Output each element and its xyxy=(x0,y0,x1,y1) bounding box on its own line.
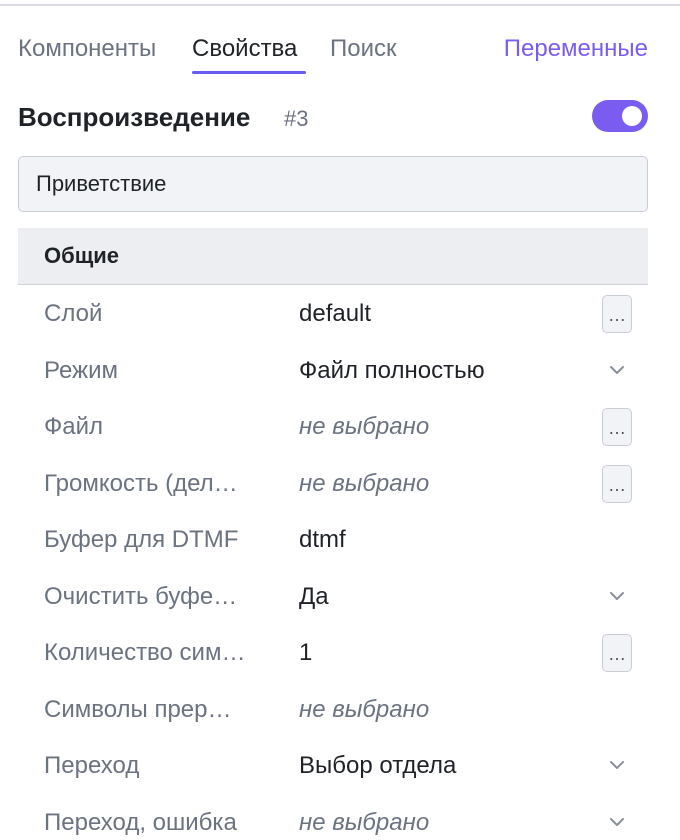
property-value[interactable]: не выбрано xyxy=(299,470,589,498)
property-value[interactable]: 1 xyxy=(299,639,589,667)
section-general-header[interactable]: Общие xyxy=(18,228,648,285)
property-row: Режим Файл полностью xyxy=(18,343,648,399)
tab-search[interactable]: Поиск xyxy=(330,34,397,64)
property-label: Слой xyxy=(44,300,103,327)
property-row: Количество сим… 1 … xyxy=(18,625,648,681)
more-options-button[interactable]: … xyxy=(602,464,632,503)
chevron-down-icon[interactable] xyxy=(605,358,629,382)
property-value[interactable]: не выбрано xyxy=(299,696,589,724)
property-row: Переход, ошибка не выбрано xyxy=(18,795,648,840)
property-label: Буфер для DTMF xyxy=(44,526,239,553)
property-value[interactable]: Файл полностью xyxy=(299,357,589,385)
property-value[interactable]: не выбрано xyxy=(299,413,589,441)
block-id: #3 xyxy=(284,106,309,131)
property-value[interactable]: Да xyxy=(299,583,589,611)
property-label: Символы прер… xyxy=(44,695,232,723)
panel-tabs: Компоненты Свойства Поиск Переменные xyxy=(18,34,648,76)
tab-variables[interactable]: Переменные xyxy=(504,34,648,64)
property-value[interactable]: default xyxy=(299,300,589,328)
property-label: Переход, ошибка xyxy=(44,808,237,836)
property-label: Количество сим… xyxy=(44,639,246,666)
property-row: Переход Выбор отдела xyxy=(18,738,648,794)
property-label: Режим xyxy=(44,356,118,384)
property-row: Символы прер… не выбрано xyxy=(18,682,648,738)
property-row: Громкость (дел… не выбрано … xyxy=(18,456,648,512)
property-label: Файл xyxy=(44,413,104,440)
block-name-input[interactable] xyxy=(18,156,648,212)
property-value[interactable]: не выбрано xyxy=(299,809,589,837)
more-options-button[interactable]: … xyxy=(602,634,632,672)
chevron-down-icon[interactable] xyxy=(605,810,629,834)
more-options-button[interactable]: … xyxy=(602,408,632,446)
tab-properties[interactable]: Свойства xyxy=(192,34,297,64)
toggle-knob xyxy=(622,106,642,126)
block-enabled-toggle[interactable] xyxy=(592,100,648,132)
section-title: Общие xyxy=(44,243,120,268)
chevron-down-icon[interactable] xyxy=(605,753,629,777)
property-row: Буфер для DTMF dtmf xyxy=(18,512,648,568)
tab-components[interactable]: Компоненты xyxy=(18,34,156,64)
top-divider xyxy=(0,4,680,6)
property-label: Громкость (дел… xyxy=(44,469,238,497)
property-row: Файл не выбрано … xyxy=(18,399,648,455)
chevron-down-icon[interactable] xyxy=(605,584,629,608)
property-label: Переход xyxy=(44,752,140,779)
property-row: Слой default … xyxy=(18,286,648,342)
property-value[interactable]: dtmf xyxy=(299,526,589,554)
property-value[interactable]: Выбор отдела xyxy=(299,752,589,780)
active-tab-indicator xyxy=(192,71,306,74)
block-header: Воспроизведение #3 xyxy=(18,100,648,136)
property-row: Очистить буфе… Да xyxy=(18,569,648,625)
property-label: Очистить буфе… xyxy=(44,582,238,610)
more-options-button[interactable]: … xyxy=(602,295,632,333)
block-title: Воспроизведение xyxy=(18,102,251,132)
